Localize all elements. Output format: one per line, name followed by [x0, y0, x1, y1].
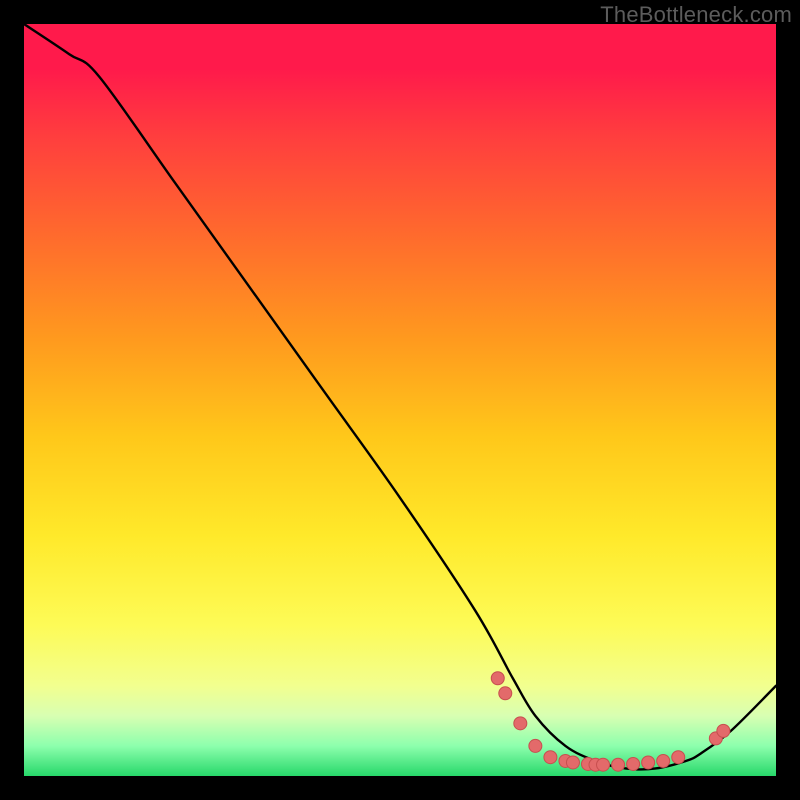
bottleneck-curve-line — [24, 24, 776, 769]
data-marker — [642, 756, 655, 769]
data-marker — [529, 739, 542, 752]
data-marker — [627, 757, 640, 770]
data-marker — [717, 724, 730, 737]
data-marker — [672, 751, 685, 764]
data-marker — [597, 758, 610, 771]
chart-plot-area — [24, 24, 776, 776]
data-marker — [612, 758, 625, 771]
chart-svg — [24, 24, 776, 776]
data-marker — [544, 751, 557, 764]
data-marker — [566, 756, 579, 769]
data-marker — [657, 754, 670, 767]
data-marker — [499, 687, 512, 700]
data-marker — [491, 672, 504, 685]
bottleneck-curve-markers — [491, 672, 730, 771]
data-marker — [514, 717, 527, 730]
chart-stage: TheBottleneck.com — [0, 0, 800, 800]
watermark-text: TheBottleneck.com — [600, 2, 792, 28]
